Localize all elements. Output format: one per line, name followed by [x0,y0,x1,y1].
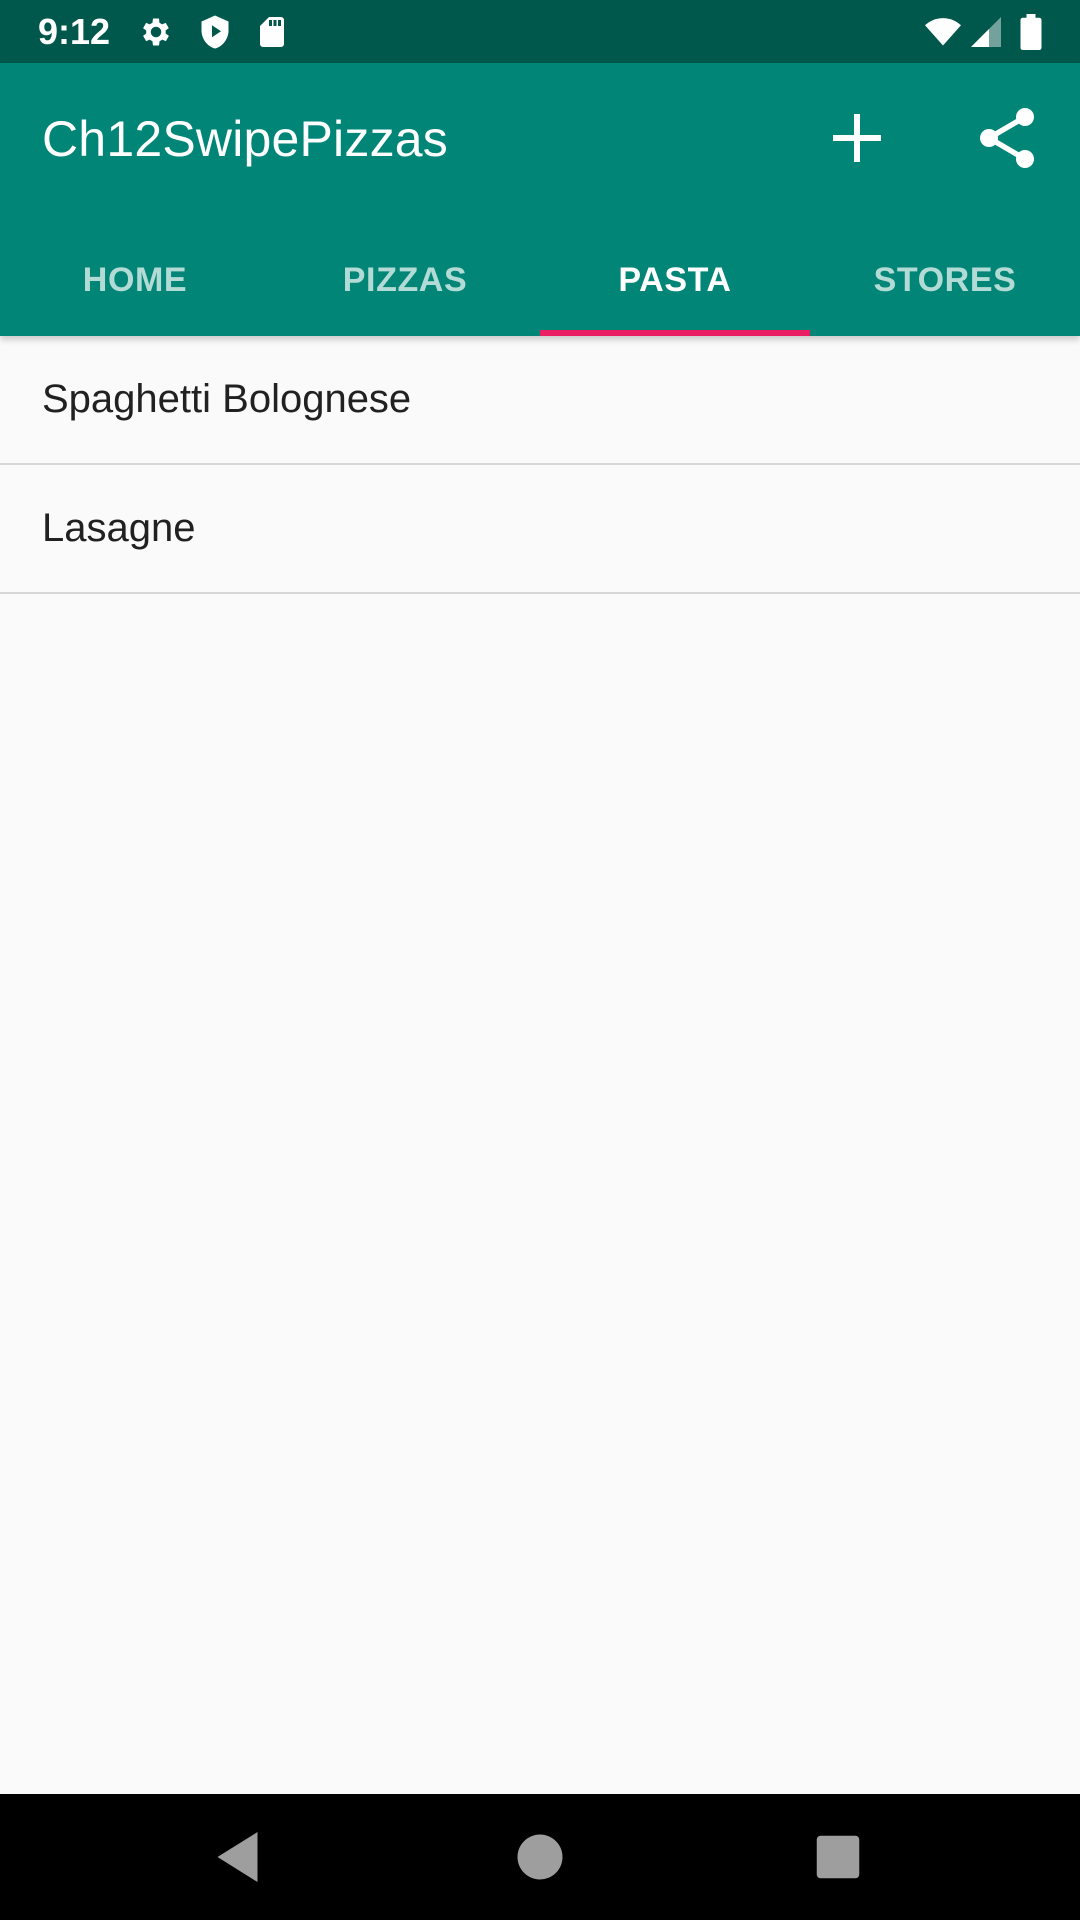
home-button[interactable] [510,1827,570,1887]
pasta-list: Spaghetti Bolognese Lasagne [0,336,1080,594]
gear-icon [138,14,174,50]
navigation-bar [0,1794,1080,1920]
list-item[interactable]: Spaghetti Bolognese [0,336,1080,465]
tab-label: PIZZAS [342,261,468,299]
tab-home[interactable]: HOME [0,225,270,336]
status-time: 9:12 [38,11,111,52]
share-button[interactable] [962,93,1052,183]
tab-bar: HOME PIZZAS PASTA STORES [0,225,1080,336]
home-icon [510,1827,570,1887]
plus-icon [821,102,893,174]
shield-play-icon [197,14,233,50]
tab-pasta[interactable]: PASTA [540,225,810,336]
app-screen: 9:12 Ch12SwipePizzas HOME PIZZAS PASTA S… [0,0,1080,1920]
app-bar: Ch12SwipePizzas HOME PIZZAS PASTA STORES [0,63,1080,336]
back-button[interactable] [210,1827,270,1887]
tab-label: PASTA [618,261,732,299]
cell-signal-icon [968,14,1004,50]
back-icon [210,1827,270,1887]
battery-icon [1016,14,1046,50]
list-item[interactable]: Lasagne [0,465,1080,594]
tab-label: STORES [873,261,1017,299]
wifi-icon [922,14,964,50]
sd-card-icon [254,14,290,50]
status-bar: 9:12 [0,0,1080,63]
app-title: Ch12SwipePizzas [42,111,448,167]
tab-pizzas[interactable]: PIZZAS [270,225,540,336]
add-button[interactable] [812,93,902,183]
recents-button[interactable] [808,1827,868,1887]
tab-label: HOME [82,261,188,299]
tab-stores[interactable]: STORES [810,225,1080,336]
recents-icon [808,1827,868,1887]
list-item-label: Lasagne [42,506,196,550]
list-item-label: Spaghetti Bolognese [42,377,412,421]
share-icon [971,102,1043,174]
